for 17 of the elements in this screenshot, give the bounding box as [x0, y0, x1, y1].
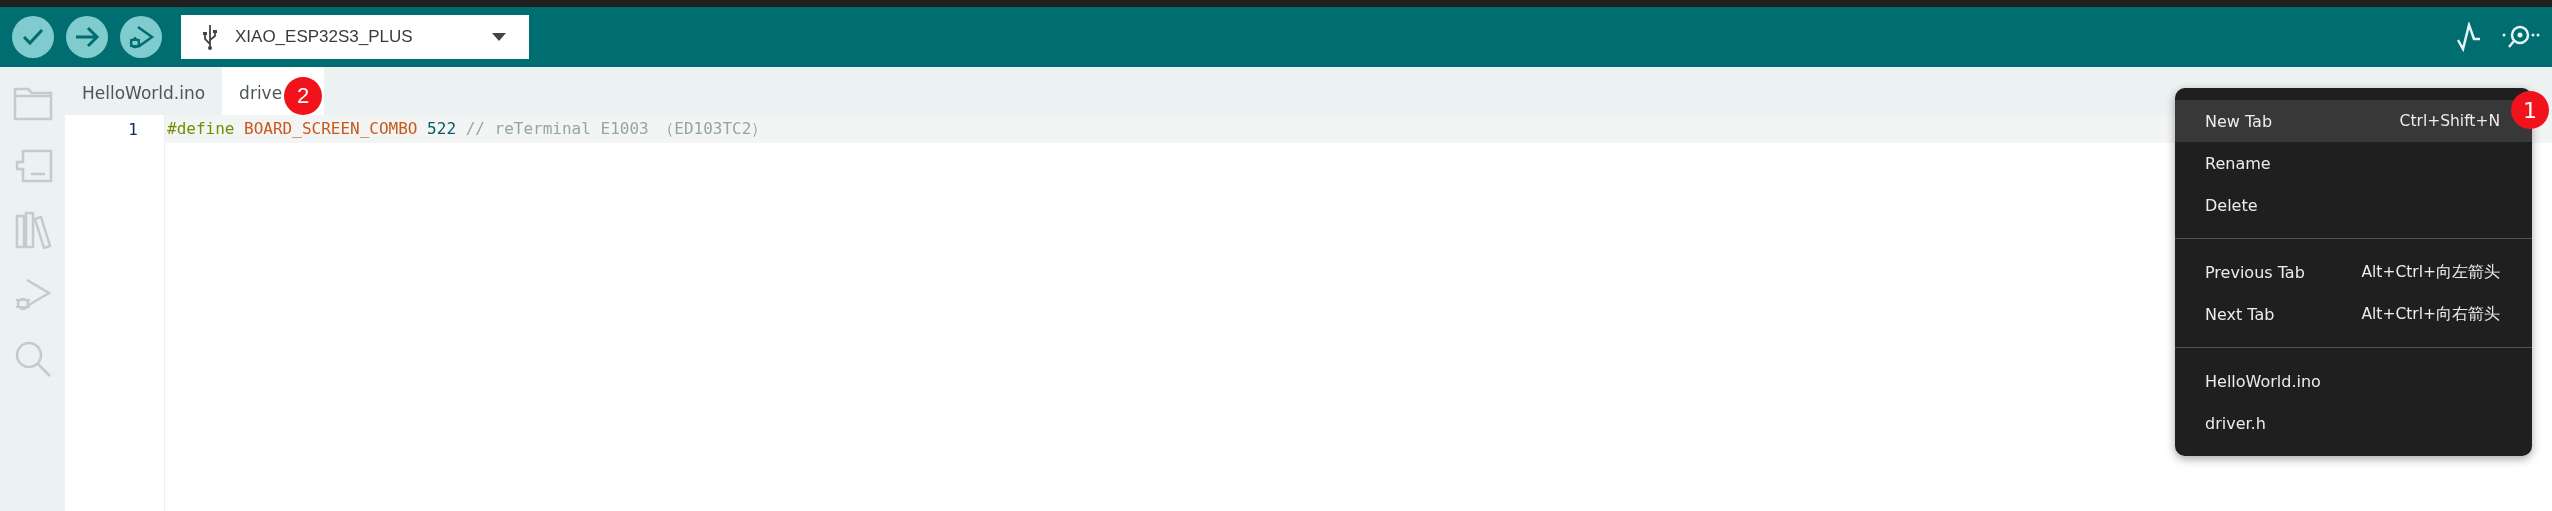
verify-button[interactable]: [12, 16, 54, 58]
menu-item[interactable]: Delete: [2175, 184, 2532, 226]
step-badge: 2: [284, 77, 323, 115]
menu-item[interactable]: Previous Tab Alt+Ctrl+向左箭头: [2175, 251, 2532, 293]
menu-item[interactable]: HelloWorld.ino: [2175, 360, 2532, 402]
usb-icon: [203, 24, 217, 50]
arrow-icon: [74, 25, 100, 49]
debug-button[interactable]: [120, 16, 162, 58]
menu-item[interactable]: driver.h: [2175, 402, 2532, 444]
caret-icon: [491, 32, 507, 42]
file-tab[interactable]: HelloWorld.ino: [65, 67, 223, 115]
debug-icon: [127, 23, 155, 51]
upload-button[interactable]: [66, 16, 108, 58]
board-selector[interactable]: XIAO_ESP32S3_PLUS: [181, 15, 529, 59]
serial-plotter-icon[interactable]: [2456, 22, 2482, 52]
menu-item[interactable]: Rename: [2175, 142, 2532, 184]
menu-item[interactable]: Next Tab Alt+Ctrl+向右箭头: [2175, 293, 2532, 335]
